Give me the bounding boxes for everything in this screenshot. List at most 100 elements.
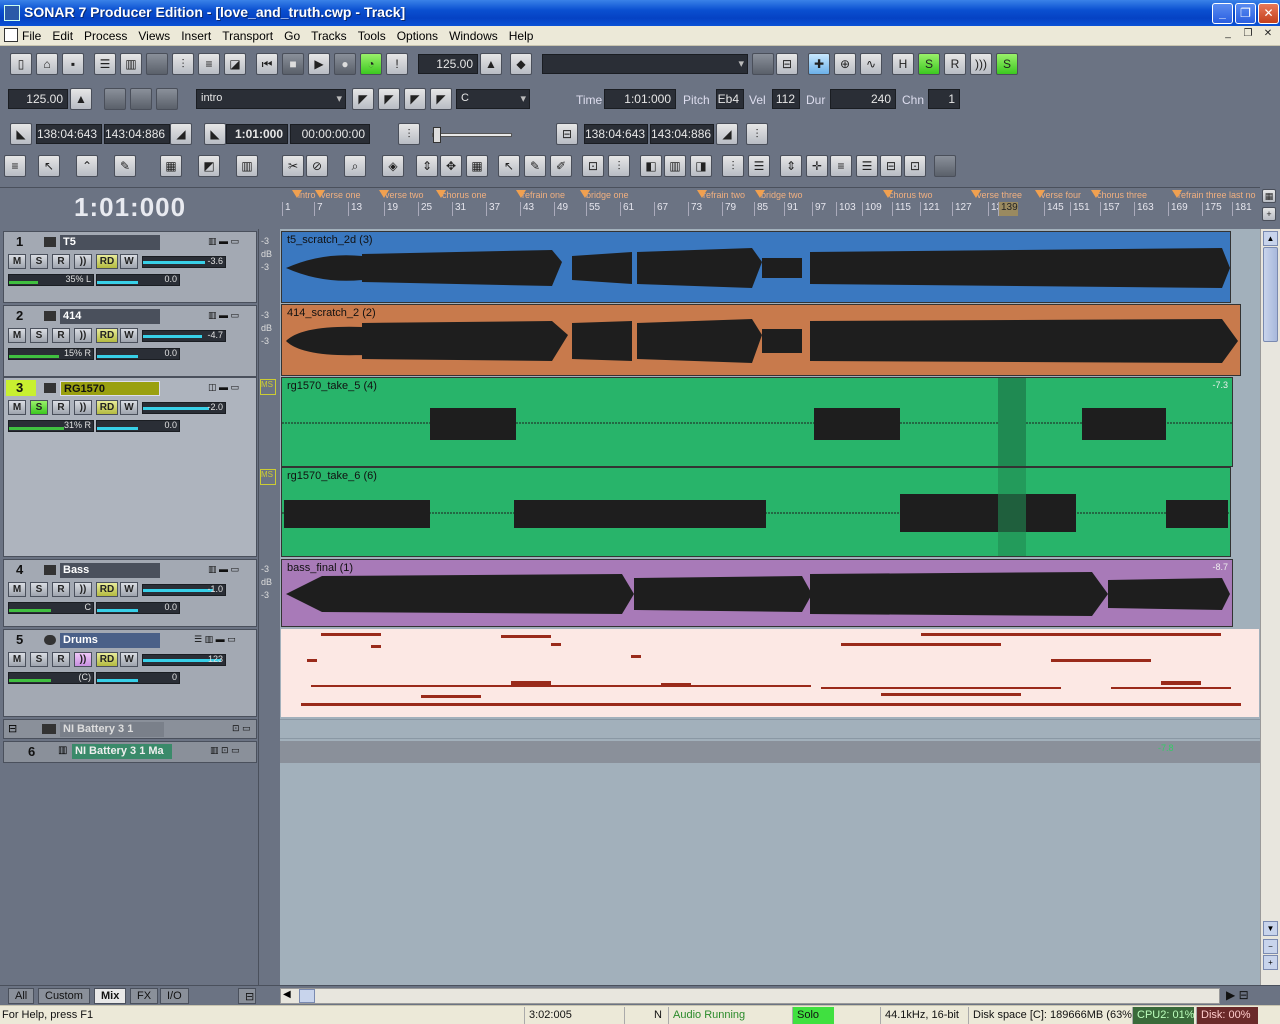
write-automation-button[interactable]: W bbox=[120, 328, 138, 343]
metronome-icon[interactable]: ◔ bbox=[360, 53, 382, 75]
audio-clip[interactable]: t5_scratch_2d (3) bbox=[281, 231, 1231, 303]
read-automation-button[interactable]: RD bbox=[96, 652, 118, 667]
timeline-ruler[interactable]: intro verse one verse two chorus one ref… bbox=[280, 187, 1260, 229]
pan-slider[interactable]: 31% R bbox=[8, 420, 94, 432]
track-meter-icon[interactable]: ▥ ▬ ▭ bbox=[208, 564, 239, 575]
tab-mix[interactable]: Mix bbox=[94, 988, 127, 1004]
marker[interactable]: bridge one bbox=[580, 190, 629, 200]
layout-icon[interactable]: ▥ bbox=[236, 155, 258, 177]
grid-toggle-icon[interactable]: ▦ bbox=[1262, 189, 1276, 203]
read-automation-button[interactable]: RD bbox=[96, 254, 118, 269]
tab-all[interactable]: All bbox=[8, 988, 35, 1004]
menu-tools[interactable]: Tools bbox=[358, 29, 386, 43]
mute-button[interactable]: M bbox=[8, 652, 26, 667]
gain-slider[interactable]: 0.0 bbox=[96, 420, 180, 432]
transport-dropdown[interactable] bbox=[542, 54, 748, 74]
staff-view-icon[interactable] bbox=[146, 53, 168, 75]
duration-field[interactable]: 240 bbox=[830, 89, 896, 109]
track-strip-selected[interactable]: 3 RG1570 ◫ ▬ ▭ M S R )) RD W -2.0 31% R … bbox=[3, 377, 257, 557]
menu-go[interactable]: Go bbox=[284, 29, 300, 43]
audio-clip[interactable]: rg1570_take_6 (6) bbox=[281, 467, 1231, 557]
prev-marker-icon[interactable]: ◤ bbox=[378, 88, 400, 110]
pointer-icon[interactable]: ↖ bbox=[498, 155, 520, 177]
marker-icon[interactable]: ◆ bbox=[510, 53, 532, 75]
velocity-field[interactable]: 112 bbox=[772, 89, 800, 109]
piano-roll-icon[interactable]: ▥ bbox=[120, 53, 142, 75]
menu-edit[interactable]: Edit bbox=[52, 29, 73, 43]
marker[interactable]: refrain two bbox=[696, 190, 745, 200]
folder-strip[interactable]: ⊟ NI Battery 3 1 ⊡ ▭ bbox=[3, 719, 257, 739]
marker[interactable]: bridge two bbox=[755, 190, 803, 200]
set-loop-icon[interactable]: ◢ bbox=[170, 123, 192, 145]
pan-slider[interactable]: C bbox=[8, 602, 94, 614]
gain-slider[interactable]: 0.0 bbox=[96, 602, 180, 614]
doc-restore-button[interactable]: ❐ bbox=[1240, 28, 1256, 42]
menu-file[interactable]: File bbox=[22, 29, 41, 43]
tab-options-icon[interactable]: ⊟ bbox=[238, 988, 256, 1004]
center-icon[interactable]: ✥ bbox=[440, 155, 462, 177]
new-file-icon[interactable]: ▯ bbox=[10, 53, 32, 75]
auto-punch-icon[interactable]: ✚ bbox=[808, 53, 830, 75]
menu-process[interactable]: Process bbox=[84, 29, 127, 43]
marker[interactable]: verse one bbox=[315, 190, 361, 200]
now-time-field[interactable]: 1:01:000 bbox=[226, 124, 288, 144]
record-icon[interactable]: ● bbox=[334, 53, 356, 75]
read-automation-button[interactable]: RD bbox=[96, 582, 118, 597]
write-automation-button[interactable]: W bbox=[120, 254, 138, 269]
mute-button[interactable]: M bbox=[8, 254, 26, 269]
channel-field[interactable]: 1 bbox=[928, 89, 960, 109]
volume-slider[interactable]: -2.0 bbox=[142, 402, 226, 414]
mute-button[interactable]: M bbox=[8, 400, 26, 415]
smart-tool-icon[interactable]: ↖ bbox=[38, 155, 60, 177]
key-dropdown[interactable]: C bbox=[456, 89, 530, 109]
hscroll-thumb[interactable] bbox=[299, 989, 315, 1003]
track-meter-icon[interactable]: ◫ ▬ ▭ bbox=[208, 382, 239, 393]
track-name[interactable]: Bass bbox=[60, 563, 160, 578]
save-icon[interactable]: ▪ bbox=[62, 53, 84, 75]
marker[interactable]: chorus two bbox=[883, 190, 933, 200]
synth-clip-lane[interactable]: -7.8 bbox=[280, 741, 1260, 763]
solo-button[interactable]: S bbox=[30, 254, 48, 269]
erase-icon[interactable]: ✐ bbox=[550, 155, 572, 177]
tab-io[interactable]: I/O bbox=[160, 988, 189, 1004]
set-punch-icon[interactable]: ◢ bbox=[716, 123, 738, 145]
zoom-out-icon[interactable]: − bbox=[1263, 939, 1278, 954]
fit-tracks-icon[interactable]: ⇕ bbox=[416, 155, 438, 177]
disabled-tool-icon[interactable] bbox=[934, 155, 956, 177]
ms-toggle[interactable]: MS bbox=[260, 469, 276, 485]
gain-slider[interactable]: 0 bbox=[96, 672, 180, 684]
select-tool-icon[interactable]: ⌃ bbox=[76, 155, 98, 177]
input-echo-button[interactable]: )) bbox=[74, 400, 92, 415]
fade-icon[interactable]: ◩ bbox=[198, 155, 220, 177]
menu-options[interactable]: Options bbox=[397, 29, 438, 43]
write-automation-button[interactable]: W bbox=[120, 400, 138, 415]
tab-fx[interactable]: FX bbox=[130, 988, 159, 1004]
loop-record-icon[interactable]: ⊕ bbox=[834, 53, 856, 75]
loop-toggle-icon[interactable]: ◣ bbox=[10, 123, 32, 145]
gain-slider[interactable]: 0.0 bbox=[96, 348, 180, 360]
track-name[interactable]: 414 bbox=[60, 309, 160, 324]
input-echo-icon[interactable]: ))) bbox=[970, 53, 992, 75]
loop-explorer-icon[interactable]: ◪ bbox=[224, 53, 246, 75]
solo-button-active[interactable]: S bbox=[30, 400, 48, 415]
console-view-icon[interactable]: ⫶ bbox=[172, 53, 194, 75]
audio-clip[interactable]: bass_final (1) -8.7 bbox=[281, 559, 1233, 627]
punch-settings-icon[interactable]: ⫶ bbox=[746, 123, 768, 145]
track-meter-icon[interactable]: ▥ ▬ ▭ bbox=[208, 310, 239, 321]
folder-controls-icon[interactable]: ⊡ ▭ bbox=[232, 723, 251, 734]
track-meter-icon[interactable]: ▥ ▬ ▭ bbox=[208, 236, 239, 247]
write-automation-button[interactable]: W bbox=[120, 652, 138, 667]
solo-override-icon[interactable]: S bbox=[996, 53, 1018, 75]
mute-button[interactable]: M bbox=[8, 582, 26, 597]
record-arm-button[interactable]: R bbox=[52, 400, 70, 415]
menu-insert[interactable]: Insert bbox=[181, 29, 211, 43]
event-list-icon[interactable]: ≡ bbox=[198, 53, 220, 75]
panic-icon[interactable]: ! bbox=[386, 53, 408, 75]
scroll-up-icon[interactable]: ▲ bbox=[1263, 231, 1278, 246]
marker[interactable]: refrain one bbox=[515, 190, 565, 200]
tap-tempo-icon[interactable]: ▲ bbox=[480, 53, 502, 75]
clips-pane[interactable]: t5_scratch_2d (3) 414_scratch_2 (2) rg15… bbox=[280, 229, 1260, 985]
marker[interactable]: verse three bbox=[970, 190, 1022, 200]
scissors-icon[interactable]: ✂ bbox=[282, 155, 304, 177]
bars-icon[interactable]: ▥ bbox=[664, 155, 686, 177]
